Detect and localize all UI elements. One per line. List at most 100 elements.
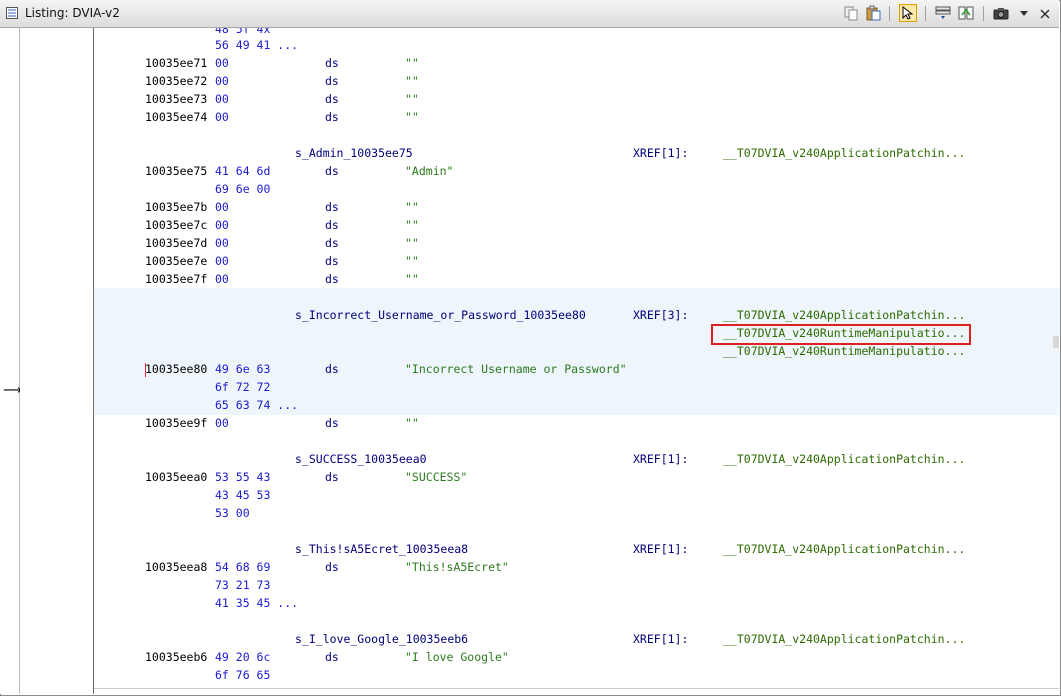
bytes-cell[interactable]: 6f 72 72 bbox=[215, 378, 270, 396]
bytes-cell[interactable]: 00 bbox=[215, 252, 229, 270]
listing-view[interactable]: 48 5f 4x 56 49 41 ... 10035ee71 00 ds "" 1003… bbox=[94, 28, 1059, 688]
diff-view-button[interactable] bbox=[957, 4, 975, 22]
xref-cell[interactable]: __T07DVIA_v240RuntimeManipulatio... bbox=[723, 324, 965, 342]
bytes-cell[interactable]: 41 64 6d bbox=[215, 162, 270, 180]
bytes-cell[interactable]: 53 55 43 bbox=[215, 468, 270, 486]
address-cell[interactable]: 10035ee7e bbox=[145, 252, 207, 270]
operand-cell[interactable]: "" bbox=[405, 72, 419, 90]
mnemonic-cell[interactable]: ds bbox=[325, 468, 339, 486]
operand-cell[interactable]: "" bbox=[405, 90, 419, 108]
xref-cell[interactable]: __T07DVIA_v240ApplicationPatchin... bbox=[723, 540, 965, 558]
mnemonic-cell[interactable]: ds bbox=[325, 198, 339, 216]
address-cell[interactable]: 10035ee7d bbox=[145, 234, 207, 252]
xref-cell[interactable]: __T07DVIA_v240RuntimeManipulatio... bbox=[723, 342, 965, 360]
xref-cell[interactable]: __T07DVIA_v240ApplicationPatchin... bbox=[723, 144, 965, 162]
xref-header-cell[interactable]: XREF[3]: bbox=[633, 306, 688, 324]
flow-arrow-gutter[interactable] bbox=[20, 28, 94, 694]
operand-cell[interactable]: "Incorrect Username or Password" bbox=[405, 360, 627, 378]
address-cell[interactable]: 10035ee80 bbox=[145, 360, 207, 378]
xref-header-cell[interactable]: XREF[1]: bbox=[633, 630, 688, 648]
xref-header-cell[interactable]: XREF[1]: bbox=[633, 450, 688, 468]
mnemonic-cell[interactable]: ds bbox=[325, 252, 339, 270]
operand-cell[interactable]: "" bbox=[405, 54, 419, 72]
bytes-cell[interactable]: 56 49 41 ... bbox=[215, 36, 298, 54]
operand-cell[interactable]: "" bbox=[405, 108, 419, 126]
bytes-cell[interactable]: 00 bbox=[215, 90, 229, 108]
address-cell[interactable]: 10035ee74 bbox=[145, 108, 207, 126]
bytes-cell[interactable]: 00 bbox=[215, 198, 229, 216]
mnemonic-cell[interactable]: ds bbox=[325, 90, 339, 108]
bytes-cell[interactable]: 49 20 6c bbox=[215, 648, 270, 666]
label-cell[interactable]: s_Admin_10035ee75 bbox=[295, 144, 413, 162]
xref-cell[interactable]: __T07DVIA_v240ApplicationPatchin... bbox=[723, 450, 965, 468]
copy-icon bbox=[844, 6, 858, 21]
mnemonic-cell[interactable]: ds bbox=[325, 360, 339, 378]
mnemonic-cell[interactable]: ds bbox=[325, 54, 339, 72]
address-cell[interactable]: 10035eea0 bbox=[145, 468, 207, 486]
bytes-cell[interactable]: 00 bbox=[215, 234, 229, 252]
operand-cell[interactable]: "" bbox=[405, 252, 419, 270]
address-cell[interactable]: 10035ee73 bbox=[145, 90, 207, 108]
bytes-cell[interactable]: 41 35 45 ... bbox=[215, 594, 298, 612]
xref-header-cell[interactable]: XREF[1]: bbox=[633, 540, 688, 558]
mnemonic-cell[interactable]: ds bbox=[325, 108, 339, 126]
bytes-cell[interactable]: 73 21 73 bbox=[215, 576, 270, 594]
operand-cell[interactable]: "" bbox=[405, 216, 419, 234]
mnemonic-cell[interactable]: ds bbox=[325, 558, 339, 576]
bytes-cell[interactable]: 43 45 53 bbox=[215, 486, 270, 504]
address-cell[interactable]: 10035ee75 bbox=[145, 162, 207, 180]
bytes-cell[interactable]: 6f 76 65 bbox=[215, 666, 270, 684]
operand-cell[interactable]: "" bbox=[405, 270, 419, 288]
address-cell[interactable]: 10035ee7c bbox=[145, 216, 207, 234]
operand-cell[interactable]: "I love Google" bbox=[405, 648, 509, 666]
mnemonic-cell[interactable]: ds bbox=[325, 216, 339, 234]
label-cell[interactable]: s_This!sA5Ecret_10035eea8 bbox=[295, 540, 468, 558]
bytes-cell[interactable]: 00 bbox=[215, 108, 229, 126]
address-cell[interactable]: 10035eeb6 bbox=[145, 648, 207, 666]
paste-button[interactable] bbox=[864, 4, 882, 22]
address-cell[interactable]: 10035ee7b bbox=[145, 198, 207, 216]
xref-cell[interactable]: __T07DVIA_v240ApplicationPatchin... bbox=[723, 630, 965, 648]
bytes-cell[interactable]: 00 bbox=[215, 216, 229, 234]
close-panel-button[interactable] bbox=[1038, 4, 1052, 22]
mnemonic-cell[interactable]: ds bbox=[325, 414, 339, 432]
address-cell[interactable]: 10035ee72 bbox=[145, 72, 207, 90]
horizontal-scrollbar[interactable] bbox=[94, 688, 1059, 695]
address-cell[interactable]: 10035ee7f bbox=[145, 270, 207, 288]
scrollbar-thumb[interactable] bbox=[1053, 336, 1059, 348]
bytes-cell[interactable]: 00 bbox=[215, 270, 229, 288]
address-cell[interactable]: 10035ee71 bbox=[145, 54, 207, 72]
cursor-select-button[interactable] bbox=[899, 4, 917, 22]
bytes-cell[interactable]: 69 6e 00 bbox=[215, 180, 270, 198]
bytes-cell[interactable]: 00 bbox=[215, 414, 229, 432]
operand-cell[interactable]: "" bbox=[405, 234, 419, 252]
marker-margin[interactable]: ⟶ bbox=[0, 28, 22, 694]
operand-cell[interactable]: "" bbox=[405, 198, 419, 216]
label-cell[interactable]: s_Incorrect_Username_or_Password_10035ee… bbox=[295, 306, 586, 324]
xref-header-cell[interactable]: XREF[1]: bbox=[633, 144, 688, 162]
mnemonic-cell[interactable]: ds bbox=[325, 234, 339, 252]
label-cell[interactable]: s_SUCCESS_10035eea0 bbox=[295, 450, 427, 468]
bytes-cell[interactable]: 00 bbox=[215, 54, 229, 72]
copy-button[interactable] bbox=[842, 4, 860, 22]
mnemonic-cell[interactable]: ds bbox=[325, 648, 339, 666]
operand-cell[interactable]: "" bbox=[405, 414, 419, 432]
bytes-cell[interactable]: 53 00 bbox=[215, 504, 250, 522]
bytes-cell[interactable]: 00 bbox=[215, 72, 229, 90]
address-cell[interactable]: 10035eea8 bbox=[145, 558, 207, 576]
field-options-button[interactable] bbox=[934, 4, 952, 22]
operand-cell[interactable]: "Admin" bbox=[405, 162, 453, 180]
operand-cell[interactable]: "SUCCESS" bbox=[405, 468, 467, 486]
dropdown-button[interactable] bbox=[1015, 4, 1033, 22]
operand-cell[interactable]: "This!sA5Ecret" bbox=[405, 558, 509, 576]
label-cell[interactable]: s_I_love_Google_10035eeb6 bbox=[295, 630, 468, 648]
bytes-cell[interactable]: 65 63 74 ... bbox=[215, 396, 298, 414]
mnemonic-cell[interactable]: ds bbox=[325, 72, 339, 90]
address-cell[interactable]: 10035ee9f bbox=[145, 414, 207, 432]
bytes-cell[interactable]: 54 68 69 bbox=[215, 558, 270, 576]
xref-cell[interactable]: __T07DVIA_v240ApplicationPatchin... bbox=[723, 306, 965, 324]
mnemonic-cell[interactable]: ds bbox=[325, 270, 339, 288]
bytes-cell[interactable]: 49 6e 63 bbox=[215, 360, 270, 378]
mnemonic-cell[interactable]: ds bbox=[325, 162, 339, 180]
snapshot-button[interactable] bbox=[992, 4, 1010, 22]
